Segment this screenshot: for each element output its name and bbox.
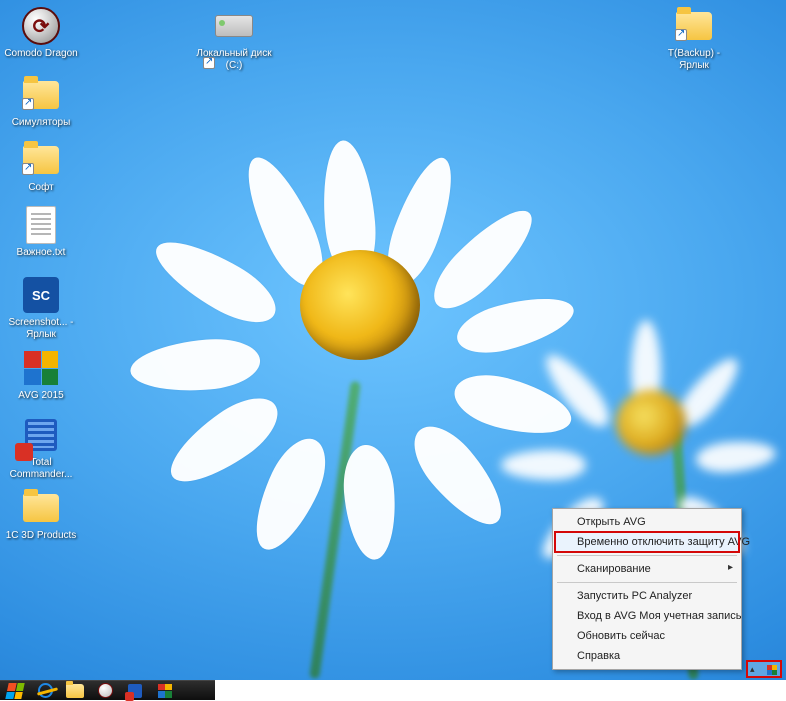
desktop-icon-total-commander[interactable]: Total Commander... bbox=[2, 415, 80, 480]
taskbar bbox=[0, 680, 786, 700]
taskbar-ie[interactable] bbox=[34, 683, 56, 699]
menu-separator bbox=[557, 555, 737, 556]
wallpaper-flower bbox=[180, 80, 520, 420]
avg-icon bbox=[24, 351, 58, 385]
drive-icon bbox=[215, 15, 253, 37]
icon-label: Screenshot... - Ярлык bbox=[2, 317, 80, 340]
desktop-icon-avg[interactable]: AVG 2015 bbox=[2, 348, 80, 402]
menu-item-open-avg[interactable]: Открыть AVG bbox=[555, 512, 739, 532]
folder-icon bbox=[23, 81, 59, 109]
total-commander-icon bbox=[128, 684, 142, 698]
desktop-icon-folder[interactable]: 1C 3D Products bbox=[2, 488, 80, 542]
menu-item-help[interactable]: Справка bbox=[555, 646, 739, 666]
desktop-icon-folder[interactable]: Симуляторы bbox=[2, 75, 80, 129]
menu-item-pc-analyzer[interactable]: Запустить PC Analyzer bbox=[555, 586, 739, 606]
shortcut-arrow-icon bbox=[203, 57, 215, 69]
wallpaper-flower-blur bbox=[546, 300, 746, 500]
shortcut-arrow-icon bbox=[22, 98, 34, 110]
icon-label: AVG 2015 bbox=[18, 390, 63, 402]
menu-item-label: Сканирование bbox=[577, 563, 651, 575]
desktop-icon-screenshot-captor[interactable]: SC Screenshot... - Ярлык bbox=[2, 275, 80, 340]
comodo-icon bbox=[98, 683, 113, 698]
explorer-icon bbox=[66, 684, 84, 698]
avg-tray-icon bbox=[767, 665, 777, 675]
comodo-dragon-icon: ⟳ bbox=[22, 7, 60, 45]
menu-item-avg-account[interactable]: Вход в AVG Моя учетная запись bbox=[555, 606, 739, 626]
icon-label: Total Commander... bbox=[2, 457, 80, 480]
ie-icon bbox=[38, 683, 53, 698]
menu-item-label: Временно отключить защиту AVG bbox=[577, 536, 750, 548]
icon-label: Comodo Dragon bbox=[4, 48, 77, 60]
menu-item-label: Обновить сейчас bbox=[577, 630, 665, 642]
menu-item-label: Справка bbox=[577, 650, 620, 662]
menu-item-update-now[interactable]: Обновить сейчас bbox=[555, 626, 739, 646]
taskbar-comodo[interactable] bbox=[94, 683, 116, 699]
tray-avg-highlight[interactable]: ▴ bbox=[746, 660, 782, 678]
desktop-icon-local-disk[interactable]: Локальный диск (C:) bbox=[195, 6, 273, 71]
avg-tray-context-menu: Открыть AVG Временно отключить защиту AV… bbox=[552, 508, 742, 670]
menu-item-label: Запустить PC Analyzer bbox=[577, 590, 692, 602]
start-button[interactable] bbox=[4, 683, 26, 699]
shortcut-arrow-icon bbox=[22, 163, 34, 175]
menu-item-scanning[interactable]: Сканирование bbox=[555, 559, 739, 579]
icon-label: Софт bbox=[28, 182, 53, 194]
menu-item-label: Вход в AVG Моя учетная запись bbox=[577, 610, 741, 622]
taskbar-avg[interactable] bbox=[154, 683, 176, 699]
desktop-icon-comodo-dragon[interactable]: ⟳ Comodo Dragon bbox=[2, 6, 80, 60]
desktop-icon-folder[interactable]: Софт bbox=[2, 140, 80, 194]
taskbar-crop bbox=[215, 680, 786, 700]
desktop-icon-textfile[interactable]: Важное.txt bbox=[2, 205, 80, 259]
windows-logo-icon bbox=[5, 683, 24, 699]
menu-item-disable-protection[interactable]: Временно отключить защиту AVG bbox=[555, 532, 739, 552]
text-file-icon bbox=[26, 206, 56, 244]
icon-label: T(Backup) - Ярлык bbox=[655, 48, 733, 71]
desktop-icon-folder[interactable]: T(Backup) - Ярлык bbox=[655, 6, 733, 71]
sc-app-icon: SC bbox=[23, 277, 59, 313]
shortcut-arrow-icon bbox=[675, 29, 687, 41]
menu-separator bbox=[557, 582, 737, 583]
taskbar-explorer[interactable] bbox=[64, 683, 86, 699]
tray-chevron-up-icon: ▴ bbox=[750, 664, 755, 675]
taskbar-total-commander[interactable] bbox=[124, 683, 146, 699]
icon-label: 1C 3D Products bbox=[6, 530, 77, 542]
folder-icon bbox=[23, 146, 59, 174]
taskbar-main bbox=[0, 680, 215, 700]
icon-label: Важное.txt bbox=[17, 247, 66, 259]
desktop[interactable]: ⟳ Comodo Dragon Симуляторы Софт Важное.t… bbox=[0, 0, 786, 680]
avg-icon bbox=[158, 684, 172, 698]
tc-overlay-icon bbox=[15, 443, 33, 461]
icon-label: Симуляторы bbox=[12, 117, 71, 129]
folder-icon bbox=[676, 12, 712, 40]
folder-icon bbox=[23, 494, 59, 522]
menu-item-label: Открыть AVG bbox=[577, 516, 646, 528]
